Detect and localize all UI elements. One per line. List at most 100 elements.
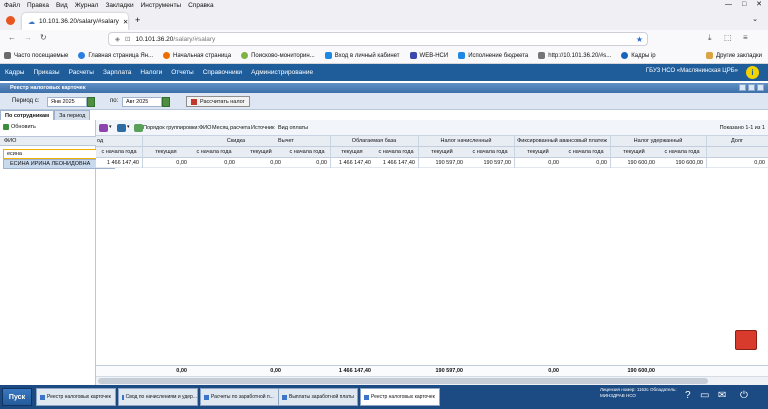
forward-icon[interactable]: → <box>24 33 32 42</box>
bookmark-item[interactable]: Главная страница Ян... <box>78 52 153 59</box>
info-icon[interactable]: i <box>746 66 759 79</box>
group-chip-payment-type[interactable]: Вид оплаты <box>278 125 308 131</box>
bookmark-item[interactable]: Кадры ip <box>621 52 656 59</box>
maximize-icon[interactable]: □ <box>742 1 746 8</box>
back-icon[interactable]: ← <box>8 33 16 42</box>
browser-tab-active[interactable]: ☁ 10.101.36.20/salary/#salary ✕ <box>22 13 128 30</box>
col-header[interactable]: текущий <box>610 147 658 158</box>
col-header[interactable]: текущий <box>514 147 562 158</box>
print-icon[interactable] <box>134 124 143 132</box>
bookmark-item[interactable]: Начальная страница <box>163 52 231 59</box>
col-header[interactable]: с начала года <box>658 147 706 158</box>
window-maximize-icon[interactable] <box>748 84 755 91</box>
period-to-field[interactable]: Авг 2025 <box>122 97 162 107</box>
menu-view[interactable]: Вид <box>56 2 68 9</box>
reload-icon[interactable]: ↻ <box>40 33 47 42</box>
col-header[interactable]: текущий <box>238 147 284 158</box>
table-cell: 0,00 <box>754 160 765 166</box>
bookmark-item[interactable]: Вход в личный кабинет <box>324 52 400 59</box>
taskbar-item[interactable]: Выплаты заработной платы <box>278 388 358 406</box>
extensions-icon[interactable]: ⬚ <box>724 33 732 42</box>
address-bar[interactable]: ◈ ⊡ 10.101.36.20 /salary/#salary ★ <box>108 32 648 46</box>
other-bookmarks[interactable]: Другие закладки <box>706 52 762 59</box>
col-header[interactable] <box>706 147 768 158</box>
monitor-icon[interactable]: ▭ <box>700 390 709 402</box>
nav-item-taxes[interactable]: Налоги <box>140 69 162 76</box>
col-group-income[interactable]: од <box>96 136 142 147</box>
col-header[interactable]: с начала года <box>466 147 514 158</box>
menu-history[interactable]: Журнал <box>75 2 99 9</box>
app-menu-icon[interactable]: ≡ <box>743 33 748 42</box>
help-icon[interactable]: ? <box>685 390 691 402</box>
columns-icon[interactable] <box>99 124 108 132</box>
nav-item-hr[interactable]: Кадры <box>5 69 24 76</box>
horizontal-scrollbar[interactable] <box>96 376 768 385</box>
table-row[interactable]: 1 466 147,40 0,00 0,00 0,00 0,00 1 466 1… <box>96 158 768 168</box>
col-group-tax-withheld[interactable]: Налог удержанный <box>610 136 706 147</box>
col-header[interactable]: с начала года <box>190 147 238 158</box>
taskbar-item-active[interactable]: Реестр налоговых карточек <box>360 388 440 406</box>
export-icon[interactable] <box>117 124 126 132</box>
tab-by-period[interactable]: За период <box>54 110 91 120</box>
col-header[interactable]: с начала года <box>374 147 418 158</box>
start-button[interactable]: Пуск <box>2 388 32 406</box>
downloads-icon[interactable]: ⤓ <box>708 33 712 43</box>
bookmark-item[interactable]: Часто посещаемые <box>4 52 68 59</box>
calendar-icon[interactable] <box>162 97 170 107</box>
col-group-taxable-base[interactable]: Облагаемая база <box>330 136 418 147</box>
taskbar-item[interactable]: Свод по начислениям и удер... <box>118 388 198 406</box>
refresh-button[interactable]: Обновить <box>3 124 36 130</box>
fio-column-header[interactable]: ФИО <box>0 136 96 146</box>
group-chip-fio[interactable]: ФИО <box>199 125 211 131</box>
calendar-icon[interactable] <box>87 97 95 107</box>
window-minimize-icon[interactable] <box>739 84 746 91</box>
menu-edit[interactable]: Правка <box>27 2 49 9</box>
col-header[interactable]: с начала года <box>562 147 610 158</box>
table-cell: 0,00 <box>224 160 235 166</box>
firefox-view-icon[interactable] <box>6 16 15 25</box>
col-header[interactable]: с начала года <box>96 147 142 158</box>
taskbar-item[interactable]: Расчеты по заработной п... <box>200 388 280 406</box>
minimize-icon[interactable]: — <box>725 1 732 8</box>
tab-by-employees[interactable]: По сотрудникам <box>0 110 55 120</box>
nav-item-administration[interactable]: Администрирование <box>251 69 313 76</box>
chevron-down-icon[interactable]: ▾ <box>127 124 130 130</box>
scrollbar-thumb[interactable] <box>98 378 708 384</box>
fio-search-input[interactable]: есина <box>3 149 98 159</box>
menu-bookmarks[interactable]: Закладки <box>105 2 133 9</box>
window-close-icon[interactable] <box>757 84 764 91</box>
bookmark-star-icon[interactable]: ★ <box>636 35 643 44</box>
taskbar-item[interactable]: Реестр налоговых карточек <box>36 388 116 406</box>
new-tab-icon[interactable]: + <box>135 15 140 25</box>
col-group-debt[interactable]: Долг <box>706 136 768 147</box>
group-chip-source[interactable]: Источник <box>251 125 274 131</box>
group-chip-month[interactable]: Месяц расчета <box>212 125 250 131</box>
menu-file[interactable]: Файл <box>4 2 20 9</box>
col-header[interactable]: текущая <box>330 147 374 158</box>
calculate-tax-button[interactable]: Рассчитать налог <box>186 96 250 107</box>
bookmark-item[interactable]: Поисково-мониторин... <box>241 52 315 59</box>
exit-icon[interactable]: ⏻ <box>740 390 748 402</box>
bookmark-item[interactable]: Исполнение бюджета <box>458 52 528 59</box>
col-group-fixed-advance[interactable]: Фиксированный авансовый платеж <box>514 136 610 147</box>
col-header[interactable]: текущий <box>418 147 466 158</box>
col-group-tax-accrued[interactable]: Налог начисленный <box>418 136 514 147</box>
menu-tools[interactable]: Инструменты <box>141 2 182 9</box>
nav-item-calculations[interactable]: Расчеты <box>69 69 94 76</box>
menu-help[interactable]: Справка <box>188 2 214 9</box>
bookmark-item[interactable]: WEB-НСИ <box>409 52 448 59</box>
col-header[interactable]: с начала года <box>284 147 330 158</box>
export-pdf-icon[interactable] <box>735 330 757 350</box>
close-window-icon[interactable]: ✕ <box>756 1 762 8</box>
nav-item-reports[interactable]: Отчеты <box>171 69 193 76</box>
chevron-down-icon[interactable]: ▾ <box>109 124 112 130</box>
nav-item-orders[interactable]: Приказы <box>33 69 59 76</box>
period-from-field[interactable]: Янв 2025 <box>47 97 87 107</box>
nav-item-directories[interactable]: Справочники <box>203 69 242 76</box>
bookmark-item[interactable]: http://10.101.36.20/#s... <box>538 52 611 59</box>
nav-item-salary[interactable]: Зарплата <box>103 69 131 76</box>
tab-list-icon[interactable]: ⌄ <box>752 15 758 23</box>
mail-icon[interactable]: ✉ <box>718 390 726 402</box>
close-tab-icon[interactable]: ✕ <box>123 18 128 26</box>
col-header[interactable]: текущая <box>142 147 190 158</box>
